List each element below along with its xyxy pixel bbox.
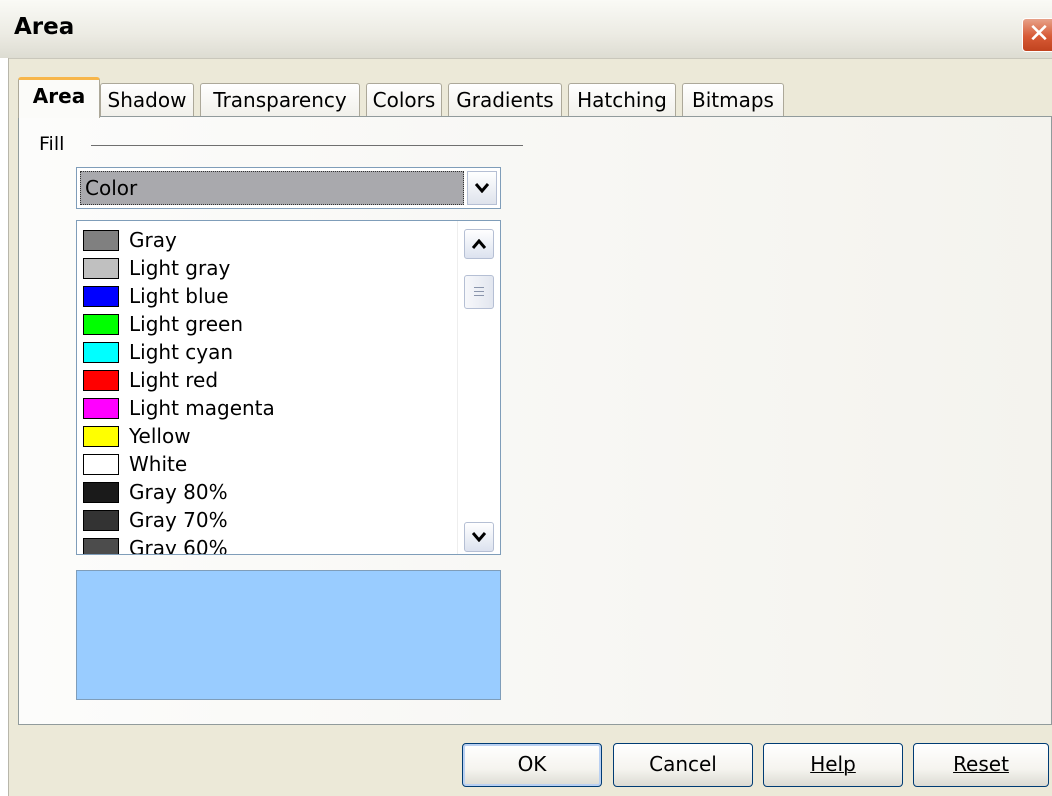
color-name: Light magenta	[129, 396, 275, 420]
color-list-item[interactable]: Light gray	[83, 254, 230, 282]
color-list-item[interactable]: Light cyan	[83, 338, 233, 366]
reset-button[interactable]: Reset	[913, 743, 1049, 787]
color-swatch	[83, 257, 119, 279]
fill-preview	[76, 570, 501, 700]
tab-panel-area: Fill Color Gray Light gray Light blue Light…	[18, 116, 1052, 725]
tab-gradients[interactable]: Gradients	[448, 83, 562, 117]
tab-area[interactable]: Area	[18, 77, 100, 118]
color-name: Gray 80%	[129, 480, 228, 504]
chevron-down-icon[interactable]	[467, 171, 497, 205]
reset-button-label: Reset	[953, 752, 1009, 776]
color-list[interactable]: Gray Light gray Light blue Light green Light…	[76, 220, 501, 555]
ok-button[interactable]: OK	[462, 743, 602, 787]
scroll-thumb[interactable]	[464, 275, 494, 309]
color-name: Yellow	[129, 424, 191, 448]
scroll-down-button[interactable]	[464, 522, 494, 552]
chevron-down-icon	[472, 532, 486, 542]
color-name: Light green	[129, 312, 244, 336]
color-name: Light cyan	[129, 340, 234, 364]
color-name: Gray 70%	[129, 508, 228, 532]
color-list-item[interactable]: Light green	[83, 310, 243, 338]
color-list-item[interactable]: Gray 80%	[83, 478, 228, 506]
color-name: White	[129, 452, 188, 476]
window-title: Area	[14, 14, 75, 40]
color-name: Light blue	[129, 284, 229, 308]
color-name: Light red	[129, 368, 219, 392]
color-list-item[interactable]: Light red	[83, 366, 218, 394]
scroll-up-button[interactable]	[464, 229, 494, 259]
color-name: Gray 60%	[129, 536, 228, 554]
help-button[interactable]: Help	[763, 743, 903, 787]
color-list-item[interactable]: White	[83, 450, 187, 478]
color-list-item[interactable]: Light magenta	[83, 394, 275, 422]
color-list-item[interactable]: Yellow	[83, 422, 191, 450]
tab-colors[interactable]: Colors	[366, 83, 442, 117]
help-button-label: Help	[810, 752, 856, 776]
fill-separator	[91, 145, 523, 146]
cancel-button[interactable]: Cancel	[613, 743, 753, 787]
color-list-item[interactable]: Gray	[83, 226, 177, 254]
close-icon[interactable]: ✕	[1022, 18, 1052, 52]
title-bar: Area ✕	[0, 0, 1052, 59]
color-swatch	[83, 313, 119, 335]
color-swatch	[83, 537, 119, 554]
color-swatch	[83, 397, 119, 419]
color-swatch	[83, 369, 119, 391]
color-list-item[interactable]: Gray 70%	[83, 506, 228, 534]
fill-section-label: Fill	[39, 133, 65, 155]
fill-type-select[interactable]: Color	[76, 167, 501, 209]
fill-type-value: Color	[80, 171, 464, 205]
color-swatch	[83, 341, 119, 363]
color-swatch	[83, 453, 119, 475]
color-swatch	[83, 481, 119, 503]
tab-bitmaps[interactable]: Bitmaps	[682, 83, 784, 117]
color-list-items: Gray Light gray Light blue Light green Light…	[77, 221, 458, 554]
tab-shadow[interactable]: Shadow	[100, 83, 194, 117]
tab-transparency[interactable]: Transparency	[200, 83, 360, 117]
color-swatch	[83, 425, 119, 447]
color-name: Light gray	[129, 256, 231, 280]
color-list-item[interactable]: Light blue	[83, 282, 229, 310]
color-swatch	[83, 285, 119, 307]
color-list-scrollbar[interactable]	[457, 221, 500, 554]
color-swatch	[83, 229, 119, 251]
color-list-item[interactable]: Gray 60%	[83, 534, 228, 554]
color-name: Gray	[129, 228, 177, 252]
tab-hatching[interactable]: Hatching	[568, 83, 676, 117]
color-swatch	[83, 509, 119, 531]
chevron-up-icon	[472, 239, 486, 249]
window-border	[0, 58, 9, 796]
